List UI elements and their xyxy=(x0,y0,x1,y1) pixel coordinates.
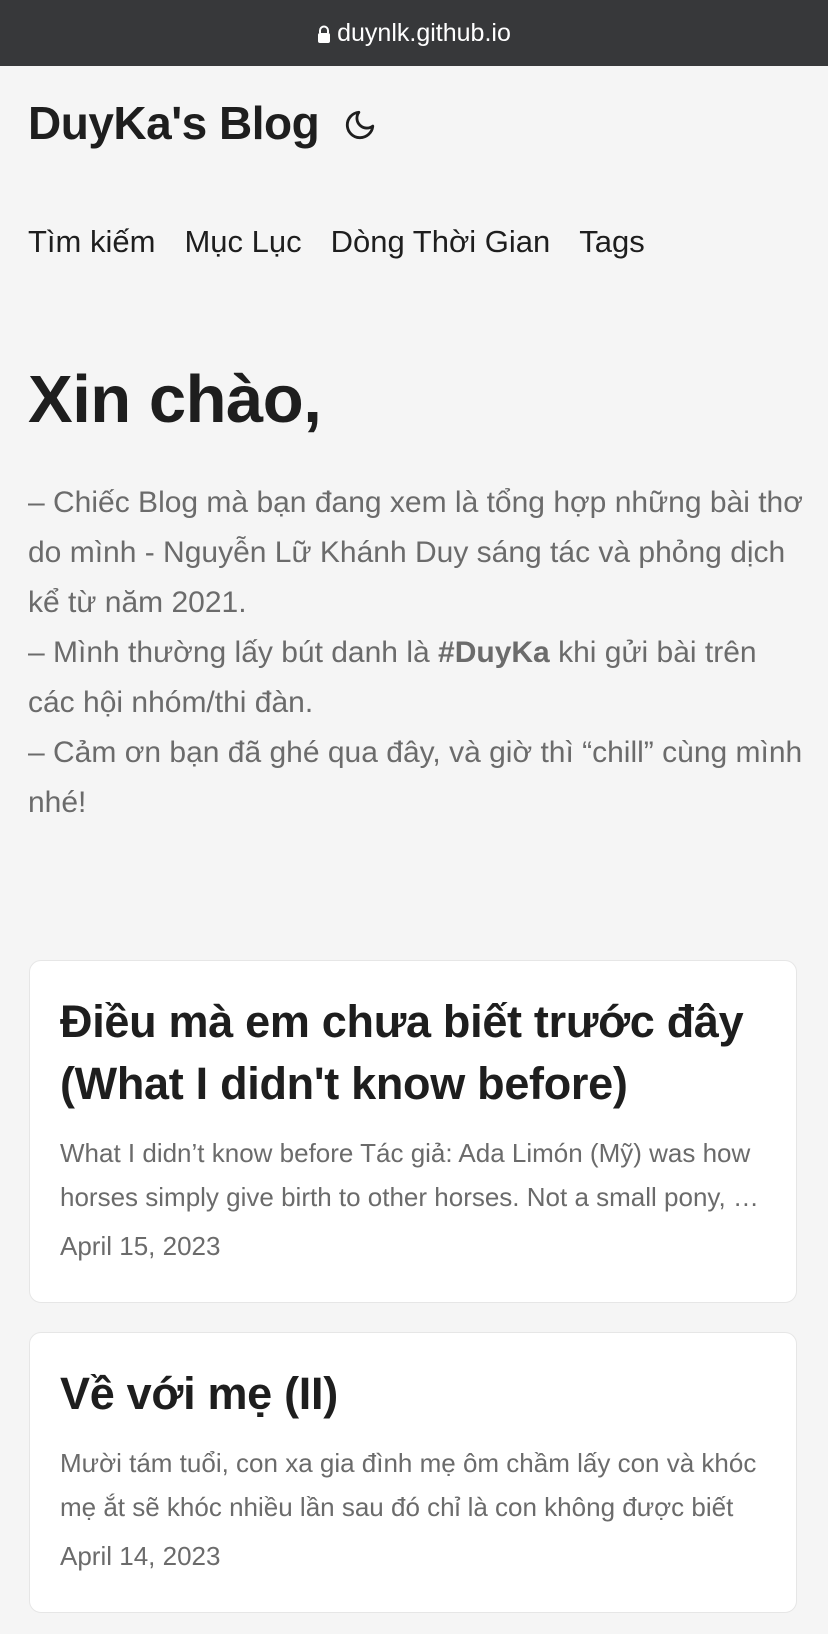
post-date: April 14, 2023 xyxy=(60,1541,221,1571)
nav-item-tags[interactable]: Tags xyxy=(579,224,644,260)
post-card[interactable]: Về với mẹ (II) Mười tám tuổi, con xa gia… xyxy=(29,1332,797,1613)
browser-url-bar[interactable]: duynlk.github.io xyxy=(0,0,828,66)
post-title[interactable]: Về với mẹ (II) xyxy=(60,1333,766,1425)
lock-icon xyxy=(318,25,331,43)
hero-title: Xin chào, xyxy=(28,362,322,437)
nav-item-search[interactable]: Tìm kiếm xyxy=(28,224,155,260)
post-excerpt: Mười tám tuổi, con xa gia đình mẹ ôm chầ… xyxy=(60,1448,757,1522)
post-date: April 15, 2023 xyxy=(60,1231,221,1261)
site-header: DuyKa's Blog xyxy=(28,96,379,150)
post-title[interactable]: Điều mà em chưa biết trước đây (What I d… xyxy=(60,961,766,1115)
intro-line-3: – Cảm ơn bạn đã ghé qua đây, và giờ thì … xyxy=(28,736,803,819)
hero-intro: – Chiếc Blog mà bạn đang xem là tổng hợp… xyxy=(28,478,808,828)
moon-icon xyxy=(346,110,375,140)
intro-line-2-prefix: – Mình thường lấy bút danh là xyxy=(28,636,439,669)
post-excerpt: What I didn’t know before Tác giả: Ada L… xyxy=(60,1138,757,1212)
pen-name: #DuyKa xyxy=(438,636,550,669)
url-text: duynlk.github.io xyxy=(337,18,511,47)
intro-line-2: – Mình thường lấy bút danh là #DuyKa khi… xyxy=(28,628,808,728)
nav-item-archive[interactable]: Mục Lục xyxy=(184,224,301,260)
post-card[interactable]: Điều mà em chưa biết trước đây (What I d… xyxy=(29,960,797,1303)
intro-line-1: – Chiếc Blog mà bạn đang xem là tổng hợp… xyxy=(28,486,803,619)
theme-toggle-button[interactable] xyxy=(341,106,379,144)
nav-item-timeline[interactable]: Dòng Thời Gian xyxy=(331,224,551,260)
main-nav: Tìm kiếm Mục Lục Dòng Thời Gian Tags xyxy=(28,224,674,260)
site-logo[interactable]: DuyKa's Blog xyxy=(28,96,320,150)
